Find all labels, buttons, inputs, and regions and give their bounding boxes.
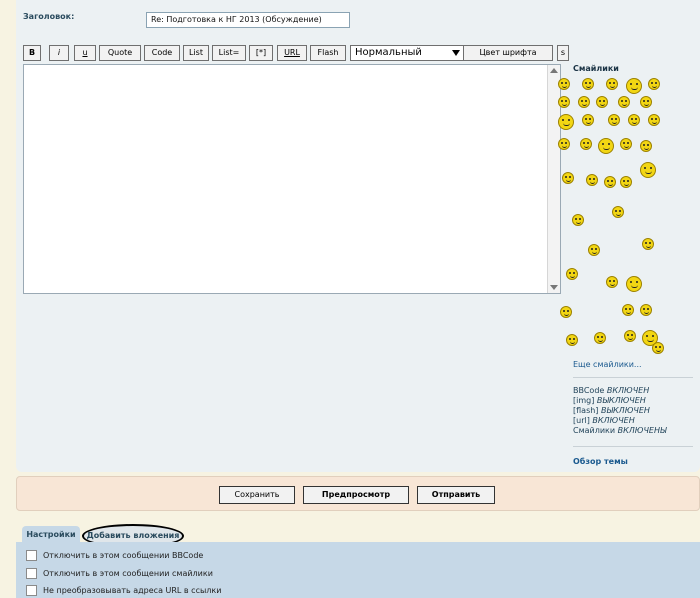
smiley-icon[interactable] (558, 114, 574, 130)
smiley-icon[interactable] (598, 138, 614, 154)
flash-button[interactable]: Flash (310, 45, 346, 61)
bold-button[interactable]: B (23, 45, 41, 61)
smiley-icon[interactable] (648, 78, 660, 90)
smiley-icon[interactable] (640, 162, 656, 178)
checkbox[interactable] (26, 585, 37, 596)
submit-bar: Сохранить Предпросмотр Отправить (16, 476, 700, 511)
smiley-icon[interactable] (640, 140, 652, 152)
smiley-icon[interactable] (618, 96, 630, 108)
smiley-icon[interactable] (640, 96, 652, 108)
smiley-icon[interactable] (604, 176, 616, 188)
smiley-icon[interactable] (620, 176, 632, 188)
font-size-value: Нормальный (355, 47, 422, 58)
message-textarea[interactable] (23, 64, 561, 294)
checkbox[interactable] (26, 550, 37, 561)
option-no-url-parse[interactable]: Не преобразовывать адреса URL в ссылки (26, 585, 221, 596)
underline-button[interactable]: u (74, 45, 96, 61)
smiley-icon[interactable] (620, 138, 632, 150)
smiley-icon[interactable] (560, 306, 572, 318)
status-row: [url] ВКЛЮЧЕН (573, 416, 635, 425)
smiley-icon[interactable] (558, 138, 570, 150)
divider (573, 377, 693, 378)
smiley-icon[interactable] (642, 238, 654, 250)
smiley-icon[interactable] (582, 114, 594, 126)
scroll-down-icon[interactable] (550, 285, 558, 290)
smiley-icon[interactable] (562, 172, 574, 184)
smiley-icon[interactable] (622, 304, 634, 316)
scroll-up-icon[interactable] (550, 68, 558, 73)
more-smilies-link[interactable]: Еще смайлики... (573, 360, 642, 369)
smiley-icon[interactable] (606, 78, 618, 90)
smiley-icon[interactable] (580, 138, 592, 150)
smiley-icon[interactable] (582, 78, 594, 90)
save-button[interactable]: Сохранить (219, 486, 295, 504)
smiley-icon[interactable] (612, 206, 624, 218)
option-disable-bbcode[interactable]: Отключить в этом сообщении BBCode (26, 550, 203, 561)
preview-button[interactable]: Предпросмотр (303, 486, 409, 504)
subject-input[interactable]: Re: Подготовка к НГ 2013 (Обсуждение) (146, 12, 350, 28)
divider (573, 446, 693, 447)
smiley-icon[interactable] (578, 96, 590, 108)
smiley-icon[interactable] (628, 114, 640, 126)
submit-button[interactable]: Отправить (417, 486, 495, 504)
smiley-icon[interactable] (624, 330, 636, 342)
quote-button[interactable]: Quote (99, 45, 141, 61)
smiley-icon[interactable] (588, 244, 600, 256)
list-button[interactable]: List (183, 45, 209, 61)
smiley-icon[interactable] (596, 96, 608, 108)
smiley-icon[interactable] (606, 276, 618, 288)
chevron-down-icon (452, 50, 460, 56)
font-size-select[interactable]: Нормальный (350, 45, 464, 61)
smiley-icon[interactable] (626, 78, 642, 94)
code-button[interactable]: Code (144, 45, 180, 61)
status-row: Смайлики ВКЛЮЧЕНЫ (573, 426, 667, 435)
smiley-icon[interactable] (648, 114, 660, 126)
smilies-title: Смайлики (573, 64, 619, 73)
status-row: BBCode ВКЛЮЧЕН (573, 386, 650, 395)
smiley-icon[interactable] (626, 276, 642, 292)
smiley-icon[interactable] (558, 96, 570, 108)
checkbox[interactable] (26, 568, 37, 579)
url-button[interactable]: URL (277, 45, 307, 61)
list-item-button[interactable]: [*] (249, 45, 273, 61)
smiley-icon[interactable] (640, 304, 652, 316)
smiley-icon[interactable] (608, 114, 620, 126)
options-panel: Отключить в этом сообщении BBCode Отключ… (16, 542, 700, 598)
small-toggle-button[interactable]: s (557, 45, 569, 61)
italic-button[interactable]: i (49, 45, 69, 61)
smiley-icon[interactable] (558, 78, 570, 90)
smiley-icon[interactable] (566, 268, 578, 280)
smiley-icon[interactable] (586, 174, 598, 186)
tab-settings[interactable]: Настройки (22, 526, 80, 543)
list-ordered-button[interactable]: List= (212, 45, 246, 61)
smiley-icon[interactable] (572, 214, 584, 226)
option-disable-smilies[interactable]: Отключить в этом сообщении смайлики (26, 568, 213, 579)
topic-review-link[interactable]: Обзор темы (573, 457, 628, 466)
subject-label: Заголовок: (23, 12, 75, 21)
smiley-icon[interactable] (652, 342, 664, 354)
smiley-icon[interactable] (566, 334, 578, 346)
font-color-button[interactable]: Цвет шрифта (463, 45, 553, 61)
status-row: [img] ВЫКЛЮЧЕН (573, 396, 646, 405)
post-form-panel: Заголовок: Re: Подготовка к НГ 2013 (Обс… (16, 0, 700, 472)
status-row: [flash] ВЫКЛЮЧЕН (573, 406, 650, 415)
smiley-icon[interactable] (594, 332, 606, 344)
bbcode-status: BBCode ВКЛЮЧЕН [img] ВЫКЛЮЧЕН [flash] ВЫ… (573, 386, 667, 436)
